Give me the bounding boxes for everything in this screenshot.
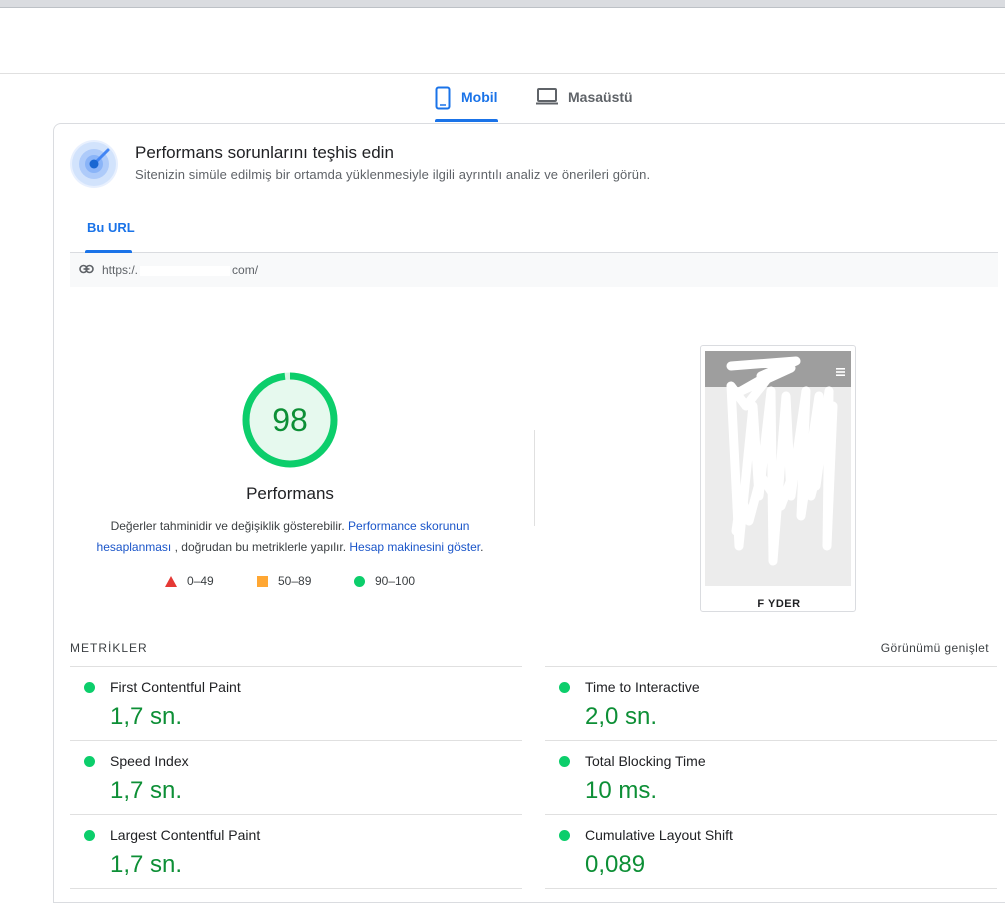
metric-cumulative-layout-shift: Cumulative Layout Shift 0,089 [545, 814, 997, 888]
note-text-1: Değerler tahminidir ve değişiklik göster… [110, 519, 345, 533]
metric-first-contentful-paint: First Contentful Paint 1,7 sn. [70, 666, 522, 740]
tab-desktop[interactable]: Masaüstü [536, 86, 633, 122]
square-icon [257, 575, 268, 587]
metric-value: 10 ms. [585, 777, 658, 804]
tab-mobile-underline [435, 119, 498, 122]
note-text-3: . [480, 540, 484, 554]
score-divider [534, 430, 535, 526]
metric-name: Largest Contentful Paint [110, 827, 261, 843]
metric-name: Speed Index [110, 753, 189, 769]
metric-name: Total Blocking Time [585, 753, 706, 769]
legend-average-range: 50–89 [278, 574, 312, 588]
pass-circle-icon [559, 756, 570, 767]
legend-pass: 90–100 [354, 574, 415, 588]
metric-value: 0,089 [585, 851, 646, 878]
performance-label: Performans [246, 484, 334, 503]
metric-name: Time to Interactive [585, 679, 700, 695]
diagnose-card: Performans sorunlarını teşhis edin Siten… [53, 123, 1005, 903]
metric-speed-index: Speed Index 1,7 sn. [70, 740, 522, 814]
laptop-icon [536, 86, 558, 109]
legend-fail-range: 0–49 [187, 574, 214, 588]
tab-mobile-label: Mobil [461, 89, 498, 105]
expand-view-toggle[interactable]: Görünümü genişlet [881, 641, 989, 655]
performance-score: 98 [272, 401, 308, 438]
pass-circle-icon [84, 756, 95, 767]
diagnose-title: Performans sorunlarını teşhis edin [135, 143, 394, 162]
link-icon [79, 263, 94, 277]
pass-circle-icon [559, 682, 570, 693]
pass-circle-icon [84, 830, 95, 841]
radar-icon [70, 140, 118, 188]
metric-value: 1,7 sn. [110, 777, 183, 804]
tab-desktop-label: Masaüstü [568, 89, 633, 105]
legend-pass-range: 90–100 [375, 574, 416, 588]
browser-top-strip [0, 0, 1005, 8]
tab-this-url[interactable]: Bu URL [87, 220, 135, 235]
smartphone-icon [435, 86, 451, 113]
metrics-bottom-divider [70, 888, 522, 889]
legend-average: 50–89 [257, 574, 311, 588]
calculator-link[interactable]: Hesap makinesini göster [349, 540, 480, 554]
url-prefix: https:/. [102, 263, 139, 277]
analyzed-url-bar: https:/. com/ [70, 253, 998, 287]
metrics-title: METRİKLER [70, 641, 148, 655]
metrics-bottom-divider [545, 888, 997, 889]
header-divider [0, 73, 1005, 74]
triangle-icon [165, 575, 177, 587]
metric-value: 2,0 sn. [585, 703, 658, 730]
metric-largest-contentful-paint: Largest Contentful Paint 1,7 sn. [70, 814, 522, 888]
page-screenshot: F YDER [700, 345, 856, 612]
metric-time-to-interactive: Time to Interactive 2,0 sn. [545, 666, 997, 740]
legend-fail: 0–49 [165, 574, 214, 588]
pass-circle-icon [559, 830, 570, 841]
redaction-scribble [726, 356, 838, 566]
score-note: Değerler tahminidir ve değişiklik göster… [80, 516, 500, 558]
analyzed-url: https:/. com/ [102, 263, 258, 277]
redacted-domain [140, 265, 231, 276]
screenshot-caption: F YDER [757, 598, 801, 610]
metric-value: 1,7 sn. [110, 851, 183, 878]
tab-mobile[interactable]: Mobil [435, 86, 498, 122]
metric-value: 1,7 sn. [110, 703, 183, 730]
metric-name: First Contentful Paint [110, 679, 241, 695]
pass-circle-icon [84, 682, 95, 693]
metric-total-blocking-time: Total Blocking Time 10 ms. [545, 740, 997, 814]
note-text-2: , doğrudan bu metriklerle yapılır. [174, 540, 347, 554]
url-suffix: com/ [232, 263, 259, 277]
diagnose-subtitle: Sitenizin simüle edilmiş bir ortamda yük… [135, 167, 651, 182]
circle-icon [354, 575, 365, 587]
metric-name: Cumulative Layout Shift [585, 827, 733, 843]
